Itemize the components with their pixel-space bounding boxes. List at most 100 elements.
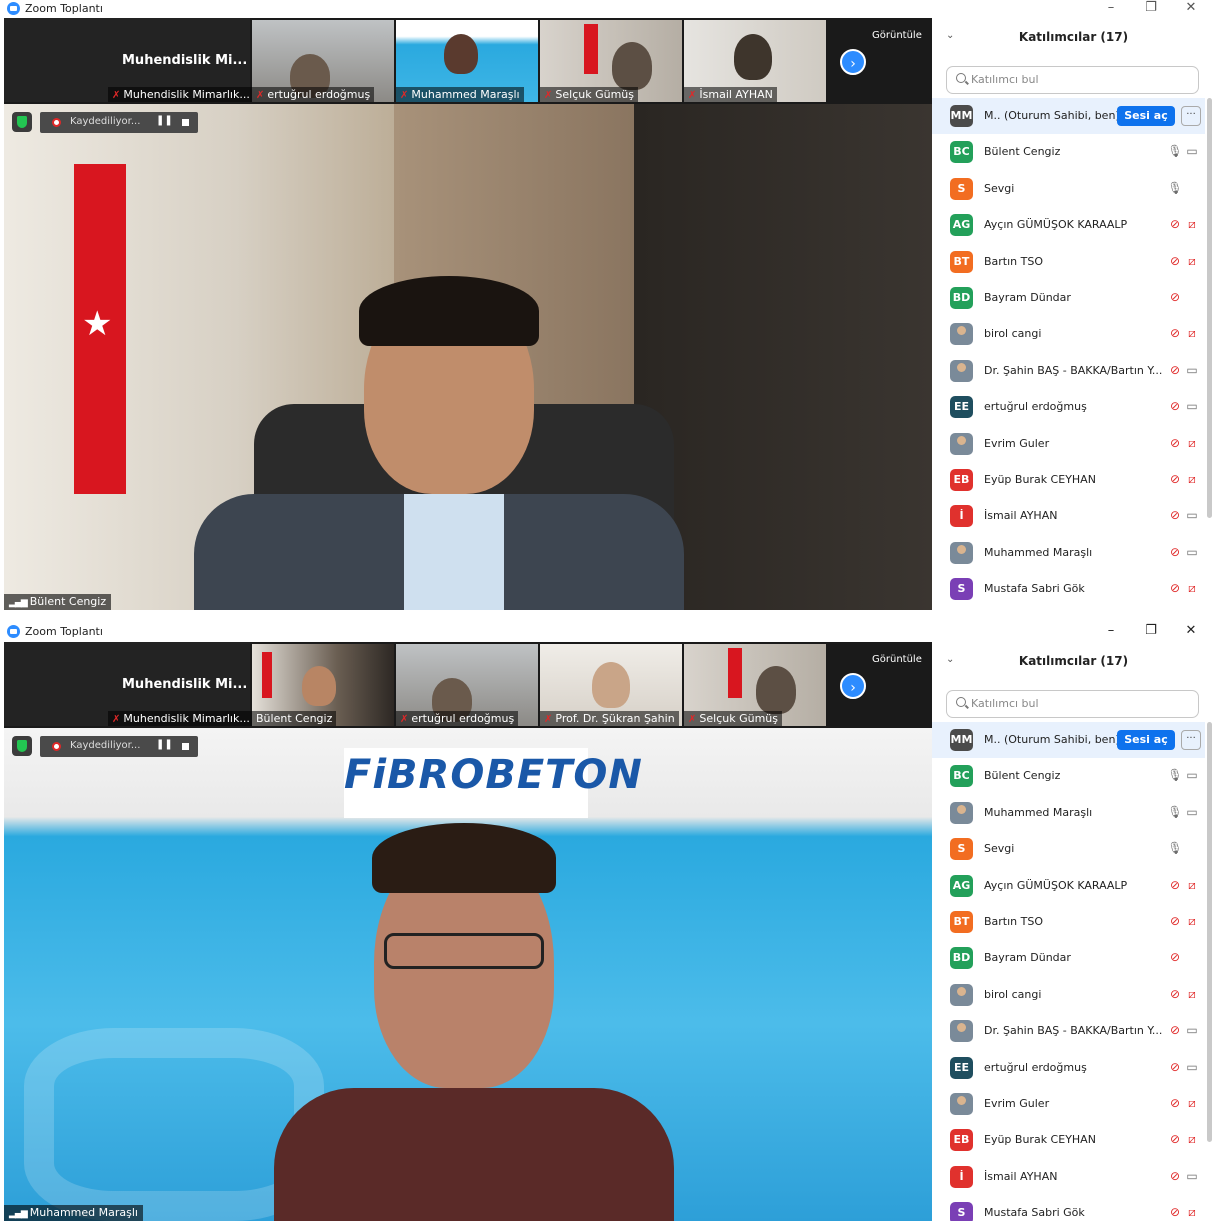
camera-off-icon: ⧄ xyxy=(1188,1096,1196,1110)
pause-recording-icon[interactable]: ❚❚ xyxy=(156,739,173,750)
video-tile[interactable]: ✗ ertuğrul erdoğmuş xyxy=(252,20,394,102)
participant-row[interactable]: Muhammed Maraşlı ⊘ ▭ xyxy=(932,535,1205,571)
title-bar: Zoom Toplantı – ❐ ✕ xyxy=(0,623,1215,641)
participant-row[interactable]: EE ertuğrul erdoğmuş ⊘ ▭ xyxy=(932,1050,1205,1086)
video-tile[interactable]: ✗ Prof. Dr. Şükran Şahin xyxy=(540,644,682,726)
view-button[interactable]: Görüntüle xyxy=(872,654,922,665)
more-options-button[interactable]: ··· xyxy=(1181,730,1201,750)
scrollbar[interactable] xyxy=(1207,98,1212,518)
status-icons: ⊘ ⧄ xyxy=(1167,581,1201,597)
participant-search-input[interactable]: Katılımcı bul xyxy=(946,66,1199,94)
status-icons: 🎙 ▭ xyxy=(1167,144,1201,160)
video-tile[interactable]: ✗ İsmail AYHAN xyxy=(684,20,826,102)
microphone-muted-icon: ⊘ xyxy=(1169,950,1181,965)
close-icon[interactable]: ✕ xyxy=(1176,623,1206,641)
participant-row[interactable]: AG Ayçın GÜMÜŞOK KARAALP ⊘ ⧄ xyxy=(932,868,1205,904)
status-icons: ⊘ ▭ xyxy=(1167,545,1201,561)
microphone-muted-icon: ⊘ xyxy=(1169,399,1181,414)
pause-recording-icon[interactable]: ❚❚ xyxy=(156,115,173,126)
video-tile-active[interactable]: ✗ Muhammed Maraşlı xyxy=(396,20,538,102)
participant-name: Dr. Şahin BAŞ - BAKKA/Bartın Y... xyxy=(984,363,1163,377)
participant-row[interactable]: EE ertuğrul erdoğmuş ⊘ ▭ xyxy=(932,389,1205,425)
participant-row[interactable]: Evrim Guler ⊘ ⧄ xyxy=(932,426,1205,462)
security-shield-icon[interactable] xyxy=(12,112,32,132)
mic-off-icon: ✗ xyxy=(112,90,121,101)
participant-name: Muhammed Maraşlı xyxy=(984,805,1093,819)
participant-row[interactable]: S Sevgi 🎙 xyxy=(932,831,1205,867)
scrollbar[interactable] xyxy=(1207,722,1212,1142)
flag-shape xyxy=(584,24,598,74)
panel-title: Katılımcılar (17) xyxy=(1018,30,1129,44)
view-button[interactable]: Görüntüle xyxy=(872,30,922,41)
recording-dot-icon xyxy=(52,742,61,751)
participant-row[interactable]: S Mustafa Sabri Gök ⊘ ⧄ xyxy=(932,1195,1205,1221)
close-icon[interactable]: ✕ xyxy=(1176,0,1206,18)
avatar: BD xyxy=(950,287,973,309)
participant-search-input[interactable]: Katılımcı bul xyxy=(946,690,1199,718)
avatar xyxy=(950,983,973,1006)
meeting-name-tile[interactable]: Muhendislik Mi... ✗ Muhendislik Mimarlık.… xyxy=(4,18,254,102)
participant-row[interactable]: S Sevgi 🎙 xyxy=(932,171,1205,207)
participant-name: Evrim Guler xyxy=(984,1097,1050,1110)
participant-row[interactable]: BD Bayram Dündar ⊘ xyxy=(932,940,1205,976)
participant-row[interactable]: Evrim Guler ⊘ ⧄ xyxy=(932,1086,1205,1122)
camera-off-icon: ⧄ xyxy=(1188,1132,1196,1147)
participant-row[interactable]: İ İsmail AYHAN ⊘ ▭ xyxy=(932,1159,1205,1195)
stop-recording-icon[interactable] xyxy=(182,743,189,750)
unmute-button[interactable]: Sesi aç xyxy=(1117,106,1175,126)
security-shield-icon[interactable] xyxy=(12,736,32,756)
microphone-muted-icon: ⊘ xyxy=(1169,253,1181,268)
stop-recording-icon[interactable] xyxy=(182,119,189,126)
participant-name: Bülent Cengiz xyxy=(984,145,1061,159)
microphone-muted-icon: ⊘ xyxy=(1169,290,1181,304)
video-tile[interactable]: ✗ Selçuk Gümüş xyxy=(540,20,682,102)
participant-row[interactable]: Dr. Şahin BAŞ - BAKKA/Bartın Y... ⊘ ▭ xyxy=(932,353,1205,389)
next-page-icon[interactable]: › xyxy=(840,673,866,699)
next-page-icon[interactable]: › xyxy=(840,49,866,75)
flag-shape xyxy=(262,652,272,698)
participant-name: Dr. Şahin BAŞ - BAKKA/Bartın Y... xyxy=(984,1024,1163,1038)
participant-row[interactable]: birol cangi ⊘ ⧄ xyxy=(932,316,1205,352)
participant-row-host[interactable]: MM M.. (Oturum Sahibi, ben) Sesi aç ··· xyxy=(932,722,1205,758)
minimize-icon[interactable]: – xyxy=(1096,623,1126,641)
participant-row[interactable]: BT Bartın TSO ⊘ ⧄ xyxy=(932,904,1205,940)
participant-name: birol cangi xyxy=(984,987,1042,1001)
video-tile[interactable]: ✗ Selçuk Gümüş xyxy=(684,644,826,726)
zoom-logo-icon xyxy=(7,2,20,15)
meeting-name-tile[interactable]: Muhendislik Mi... ✗ Muhendislik Mimarlık.… xyxy=(4,642,254,726)
participant-row[interactable]: S Mustafa Sabri Gök ⊘ ⧄ xyxy=(932,571,1205,607)
status-icons: ⊘ ▭ xyxy=(1167,1060,1201,1076)
participant-figure xyxy=(302,666,336,706)
participant-figure xyxy=(592,662,630,708)
restore-icon[interactable]: ❐ xyxy=(1136,623,1166,641)
avatar: S xyxy=(950,177,973,200)
participant-row[interactable]: BT Bartın TSO ⊘ ⧄ xyxy=(932,244,1205,280)
tile-name: ✗ Selçuk Gümüş xyxy=(684,711,782,726)
participant-row[interactable]: AG Ayçın GÜMÜŞOK KARAALP ⊘ ⧄ xyxy=(932,207,1205,243)
participant-row[interactable]: BC Bülent Cengiz 🎙 ▭ xyxy=(932,758,1205,794)
microphone-muted-icon: ⊘ xyxy=(1169,472,1181,486)
participant-row[interactable]: İ İsmail AYHAN ⊘ ▭ xyxy=(932,498,1205,534)
tile-name: ✗ Muhammed Maraşlı xyxy=(396,87,524,102)
mic-off-icon: ✗ xyxy=(544,90,553,101)
participant-name: Mustafa Sabri Gök xyxy=(984,582,1085,596)
participant-row[interactable]: EB Eyüp Burak CEYHAN ⊘ ⧄ xyxy=(932,1122,1205,1158)
status-icons: ⊘ ⧄ xyxy=(1167,472,1201,488)
participant-row[interactable]: BD Bayram Dündar ⊘ xyxy=(932,280,1205,316)
status-icons: ⊘ ⧄ xyxy=(1167,987,1201,1003)
video-tile[interactable]: ✗ ertuğrul erdoğmuş xyxy=(396,644,538,726)
participant-row[interactable]: birol cangi ⊘ ⧄ xyxy=(932,977,1205,1013)
unmute-button[interactable]: Sesi aç xyxy=(1117,730,1175,750)
participant-row-host[interactable]: MM M.. (Oturum Sahibi, ben) Sesi aç ··· xyxy=(932,98,1205,134)
more-options-button[interactable]: ··· xyxy=(1181,106,1201,126)
participant-row[interactable]: EB Eyüp Burak CEYHAN ⊘ ⧄ xyxy=(932,462,1205,498)
participant-row[interactable]: Muhammed Maraşlı 🎙 ▭ xyxy=(932,795,1205,831)
video-tile[interactable]: Bülent Cengiz xyxy=(252,644,394,726)
avatar: MM xyxy=(950,729,973,751)
restore-icon[interactable]: ❐ xyxy=(1136,0,1166,18)
minimize-icon[interactable]: – xyxy=(1096,0,1126,18)
tile-name: ✗ İsmail AYHAN xyxy=(684,87,777,102)
active-speaker-video: FiBROBETON Kaydediliyor... ❚❚ ▂▄▆ Muhamme… xyxy=(4,728,932,1221)
participant-row[interactable]: Dr. Şahin BAŞ - BAKKA/Bartın Y... ⊘ ▭ xyxy=(932,1013,1205,1049)
participant-row[interactable]: BC Bülent Cengiz 🎙 ▭ xyxy=(932,134,1205,170)
